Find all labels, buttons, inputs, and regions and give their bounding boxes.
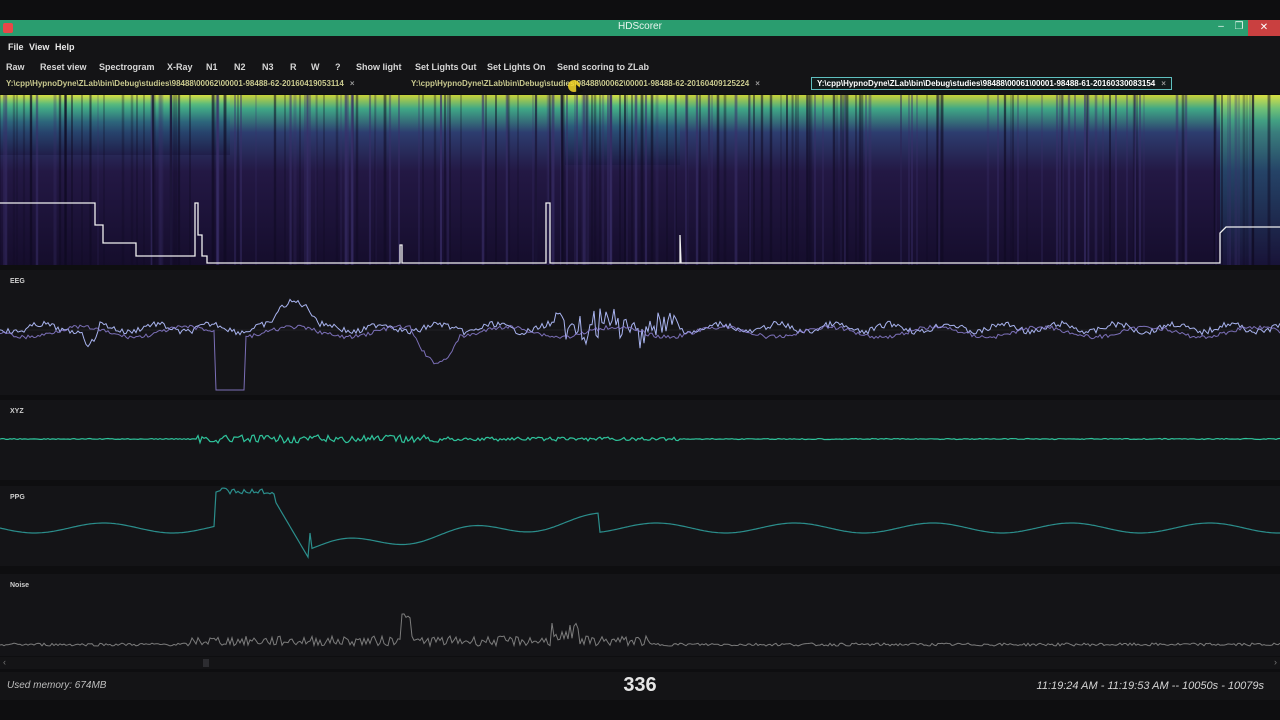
xray-button[interactable]: X-Ray [167,62,193,72]
xyz-panel[interactable]: XYZ [0,400,1280,480]
spectrogram-button[interactable]: Spectrogram [99,62,155,72]
noise-trace [0,613,1280,648]
tab-label: Y:\cpp\HypnoDyne\ZLab\bin\Debug\studies\… [6,79,344,88]
raw-button[interactable]: Raw [6,62,25,72]
eeg-chart [0,298,1280,391]
reset-view-button[interactable]: Reset view [40,62,87,72]
xyz-trace [0,433,1280,445]
eeg-trace-2 [0,324,1280,391]
ppg-panel[interactable]: PPG [0,486,1280,566]
eeg-trace-1 [0,298,1280,349]
maximize-button[interactable]: ❐ [1230,21,1248,32]
menu-help[interactable]: Help [55,42,75,52]
close-tab-icon[interactable]: × [755,79,760,88]
menu-view[interactable]: View [29,42,49,52]
xyz-chart [0,433,1280,445]
ppg-label: PPG [10,494,25,501]
spectrogram-svg [0,95,1280,265]
close-tab-icon[interactable]: × [350,79,355,88]
window-title: HDScorer [618,21,662,32]
noise-panel[interactable]: Noise [0,574,1280,656]
minimize-button[interactable]: – [1212,21,1230,32]
close-tab-icon[interactable]: × [1161,79,1166,88]
menu-file[interactable]: File [8,42,24,52]
tab-study-2[interactable]: Y:\cpp\HypnoDyne\ZLab\bin\Debug\studies\… [411,79,760,88]
n1-button[interactable]: N1 [206,62,218,72]
time-range: 11:19:24 AM - 11:19:53 AM -- 10050s - 10… [1036,680,1264,692]
spectrogram-hypnogram-panel[interactable] [0,95,1280,265]
send-scoring-button[interactable]: Send scoring to ZLab [557,62,649,72]
ppg-trace [0,487,1280,560]
file-tabs: Y:\cpp\HypnoDyne\ZLab\bin\Debug\studies\… [0,76,1280,94]
help-button[interactable]: ? [335,62,341,72]
show-light-button[interactable]: Show light [356,62,402,72]
tab-study-1[interactable]: Y:\cpp\HypnoDyne\ZLab\bin\Debug\studies\… [6,79,354,88]
set-lights-on-button[interactable]: Set Lights On [487,62,546,72]
spectrogram-active-band [0,95,230,155]
xyz-label: XYZ [10,408,24,415]
w-button[interactable]: W [311,62,320,72]
n2-button[interactable]: N2 [234,62,246,72]
noise-label: Noise [10,582,30,589]
close-button[interactable]: ✕ [1248,20,1280,36]
set-lights-out-button[interactable]: Set Lights Out [415,62,477,72]
scroll-right-icon[interactable]: › [1274,657,1277,667]
r-button[interactable]: R [290,62,297,72]
ppg-chart [0,487,1280,560]
eeg-panel[interactable]: EEG [0,270,1280,395]
menu-bar: File View Help [0,36,1280,58]
horizontal-scrollbar[interactable]: ‹ › [0,657,1280,669]
status-bar: Used memory: 674MB 336 11:19:24 AM - 11:… [0,672,1280,700]
scroll-thumb[interactable] [203,659,209,667]
tab-study-3-active[interactable]: Y:\cpp\HypnoDyne\ZLab\bin\Debug\studies\… [811,77,1172,90]
toolbar: Raw Reset view Spectrogram X-Ray N1 N2 N… [0,58,1280,76]
scroll-left-icon[interactable]: ‹ [3,657,6,667]
eeg-label: EEG [10,278,25,285]
tab-label: Y:\cpp\HypnoDyne\ZLab\bin\Debug\studies\… [817,79,1156,88]
noise-chart [0,613,1280,648]
n3-button[interactable]: N3 [262,62,274,72]
title-bar: HDScorer – ❐ ✕ [0,20,1280,36]
